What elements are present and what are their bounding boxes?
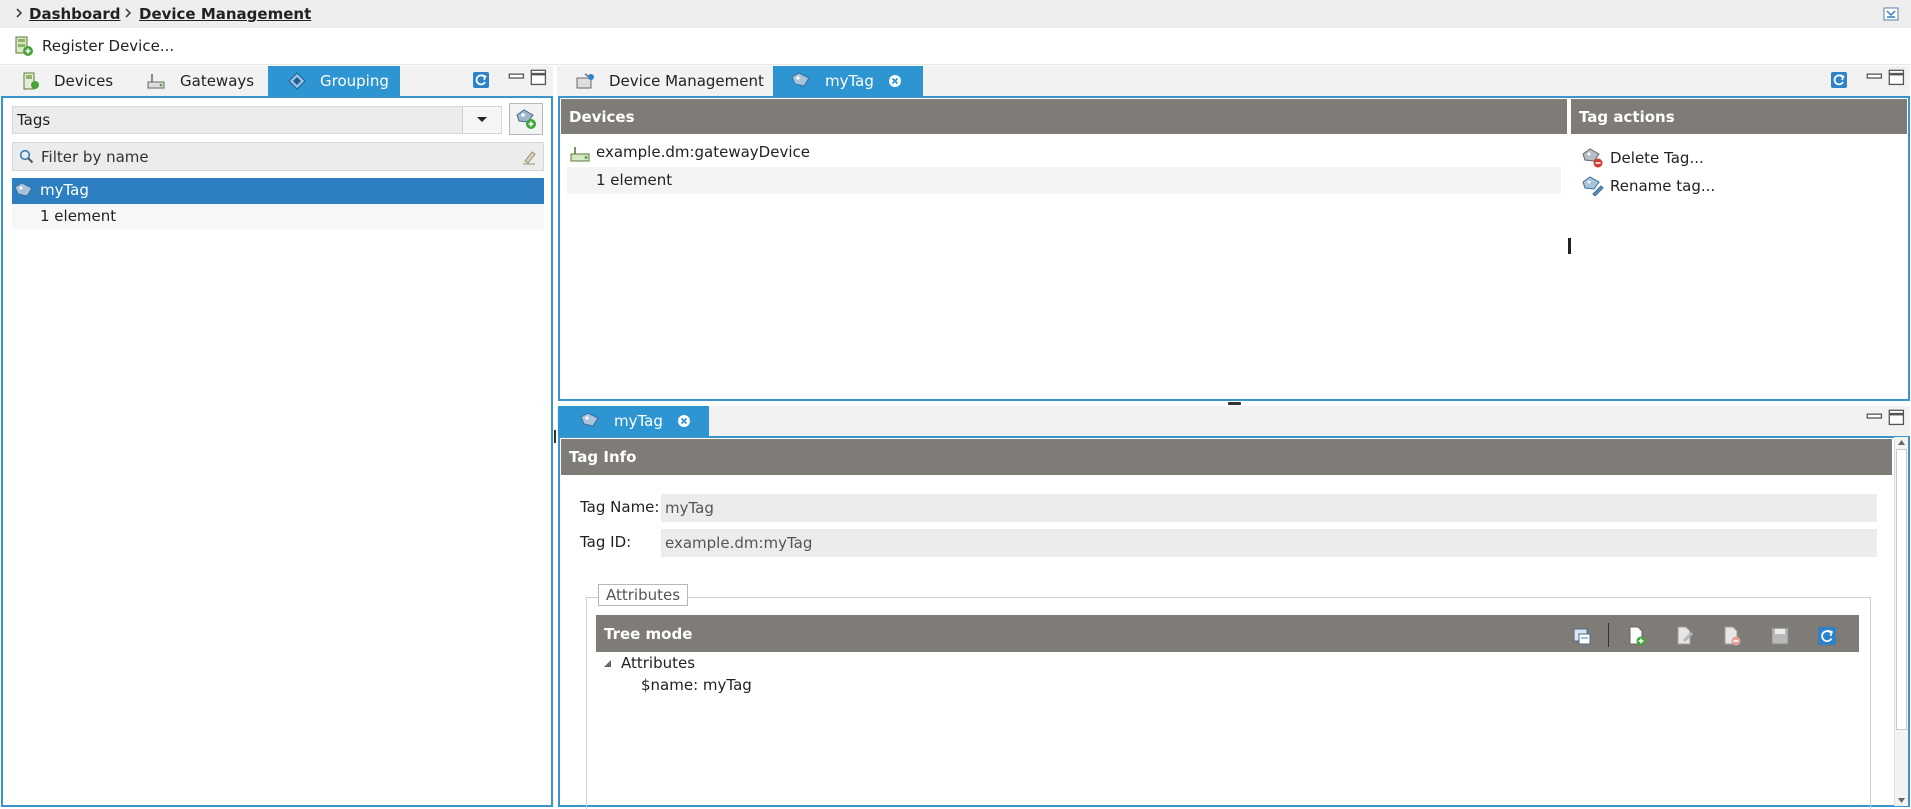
breadcrumb-dashboard[interactable]: Dashboard bbox=[29, 5, 120, 23]
tag-id-label: Tag ID: bbox=[580, 533, 632, 551]
refresh-icon[interactable] bbox=[472, 71, 490, 89]
close-icon[interactable] bbox=[888, 74, 902, 88]
tab-devices-label: Devices bbox=[54, 72, 114, 90]
tab-device-management-label: Device Management bbox=[609, 72, 764, 90]
scroll-thumb[interactable] bbox=[1896, 449, 1907, 730]
delete-attribute-icon[interactable] bbox=[1722, 626, 1742, 646]
tag-icon bbox=[14, 182, 33, 197]
vertical-splitter-handle[interactable] bbox=[1568, 238, 1571, 254]
tab-mytag-detail[interactable]: myTag bbox=[558, 406, 709, 436]
chevron-right-icon bbox=[16, 8, 23, 18]
tab-mytag-detail-label: myTag bbox=[614, 412, 663, 430]
maximize-icon[interactable] bbox=[1888, 409, 1906, 427]
minimize-icon[interactable] bbox=[508, 69, 526, 87]
delete-tag-action[interactable]: Delete Tag... bbox=[1582, 148, 1704, 168]
devices-header: Devices bbox=[561, 99, 1567, 134]
tab-grouping-label: Grouping bbox=[320, 72, 389, 90]
register-device-label: Register Device... bbox=[42, 37, 175, 55]
tag-filter bbox=[12, 142, 544, 171]
refresh-icon[interactable] bbox=[1817, 626, 1837, 646]
add-tag-icon bbox=[516, 109, 536, 129]
device-count-row: 1 element bbox=[567, 167, 1561, 194]
editor-tab-strip: Device Management myTag bbox=[557, 66, 1910, 96]
breadcrumb: Dashboard Device Management bbox=[0, 0, 1911, 28]
rename-tag-action[interactable]: Rename tag... bbox=[1582, 176, 1715, 196]
device-list-item[interactable]: example.dm:gatewayDevice bbox=[567, 140, 1561, 167]
attribute-entry[interactable]: $name: myTag bbox=[641, 676, 752, 694]
tab-device-management[interactable]: Device Management bbox=[557, 66, 772, 96]
gateways-icon bbox=[147, 74, 165, 89]
tab-devices[interactable]: Devices bbox=[0, 66, 126, 96]
device-name: example.dm:gatewayDevice bbox=[596, 143, 810, 161]
maximize-icon[interactable] bbox=[1888, 69, 1906, 87]
tag-info-header: Tag Info bbox=[561, 439, 1892, 475]
tag-count-row: 1 element bbox=[12, 204, 544, 229]
collapse-header-icon[interactable] bbox=[1883, 7, 1899, 21]
rename-tag-label: Rename tag... bbox=[1610, 177, 1716, 195]
tag-name: myTag bbox=[40, 181, 89, 199]
tag-id-field[interactable] bbox=[661, 529, 1877, 557]
tag-info-scrollbar[interactable] bbox=[1894, 437, 1908, 806]
edit-attribute-icon[interactable] bbox=[1675, 626, 1695, 646]
tree-expanded-icon[interactable] bbox=[603, 659, 612, 668]
new-attribute-icon[interactable] bbox=[1627, 626, 1647, 646]
horizontal-splitter-handle[interactable] bbox=[1228, 402, 1241, 405]
refresh-icon[interactable] bbox=[1830, 71, 1848, 89]
rename-tag-icon bbox=[1582, 176, 1604, 196]
dropdown-button[interactable] bbox=[462, 107, 501, 133]
tree-mode-header: Tree mode bbox=[596, 615, 1859, 652]
tab-gateways[interactable]: Gateways bbox=[126, 66, 268, 96]
detail-tab-strip: myTag bbox=[557, 406, 1910, 436]
filter-input[interactable] bbox=[39, 145, 513, 169]
left-tab-strip: Devices Gateways Grouping bbox=[0, 66, 553, 96]
tag-icon bbox=[580, 412, 599, 427]
tree-mode-icon[interactable] bbox=[1572, 626, 1592, 646]
tab-grouping[interactable]: Grouping bbox=[268, 66, 400, 96]
device-count-label: 1 element bbox=[596, 171, 673, 189]
maximize-icon[interactable] bbox=[530, 69, 548, 87]
tag-name-label: Tag Name: bbox=[580, 498, 660, 516]
chevron-down-icon bbox=[477, 117, 487, 122]
tab-mytag[interactable]: myTag bbox=[773, 66, 923, 96]
tab-gateways-label: Gateways bbox=[180, 72, 255, 90]
close-icon[interactable] bbox=[677, 414, 691, 428]
vertical-splitter-handle[interactable] bbox=[554, 430, 556, 443]
register-device-button[interactable]: Register Device... bbox=[14, 33, 174, 59]
toolbar-separator bbox=[1608, 623, 1609, 647]
tag-actions-header: Tag actions bbox=[1571, 99, 1907, 134]
chevron-right-icon bbox=[125, 8, 132, 18]
clear-filter-icon[interactable] bbox=[521, 149, 537, 165]
gateway-device-icon bbox=[570, 147, 590, 162]
delete-tag-label: Delete Tag... bbox=[1610, 149, 1704, 167]
delete-tag-icon bbox=[1582, 148, 1603, 168]
devices-icon bbox=[23, 72, 39, 90]
minimize-icon[interactable] bbox=[1866, 69, 1884, 87]
attributes-tree-root[interactable]: Attributes bbox=[621, 654, 695, 672]
tag-list-item[interactable]: myTag bbox=[12, 178, 544, 204]
minimize-icon[interactable] bbox=[1866, 409, 1884, 427]
tag-name-field[interactable] bbox=[661, 494, 1877, 522]
scroll-down-icon[interactable] bbox=[1897, 797, 1906, 804]
action-bar: Register Device... bbox=[0, 28, 1911, 65]
save-icon[interactable] bbox=[1770, 626, 1790, 646]
add-tag-button[interactable] bbox=[509, 103, 543, 135]
attributes-legend: Attributes bbox=[598, 584, 689, 606]
grouping-type-select[interactable]: Tags bbox=[12, 106, 502, 134]
tag-icon bbox=[791, 72, 810, 87]
grouping-type-value: Tags bbox=[17, 111, 51, 129]
device-management-icon bbox=[576, 73, 594, 89]
breadcrumb-device-management[interactable]: Device Management bbox=[139, 5, 311, 23]
register-device-icon bbox=[15, 36, 33, 56]
tab-mytag-label: myTag bbox=[825, 72, 874, 90]
grouping-icon bbox=[288, 72, 306, 90]
tag-count-label: 1 element bbox=[40, 207, 117, 225]
search-icon bbox=[19, 149, 34, 164]
scroll-up-icon[interactable] bbox=[1897, 439, 1906, 446]
